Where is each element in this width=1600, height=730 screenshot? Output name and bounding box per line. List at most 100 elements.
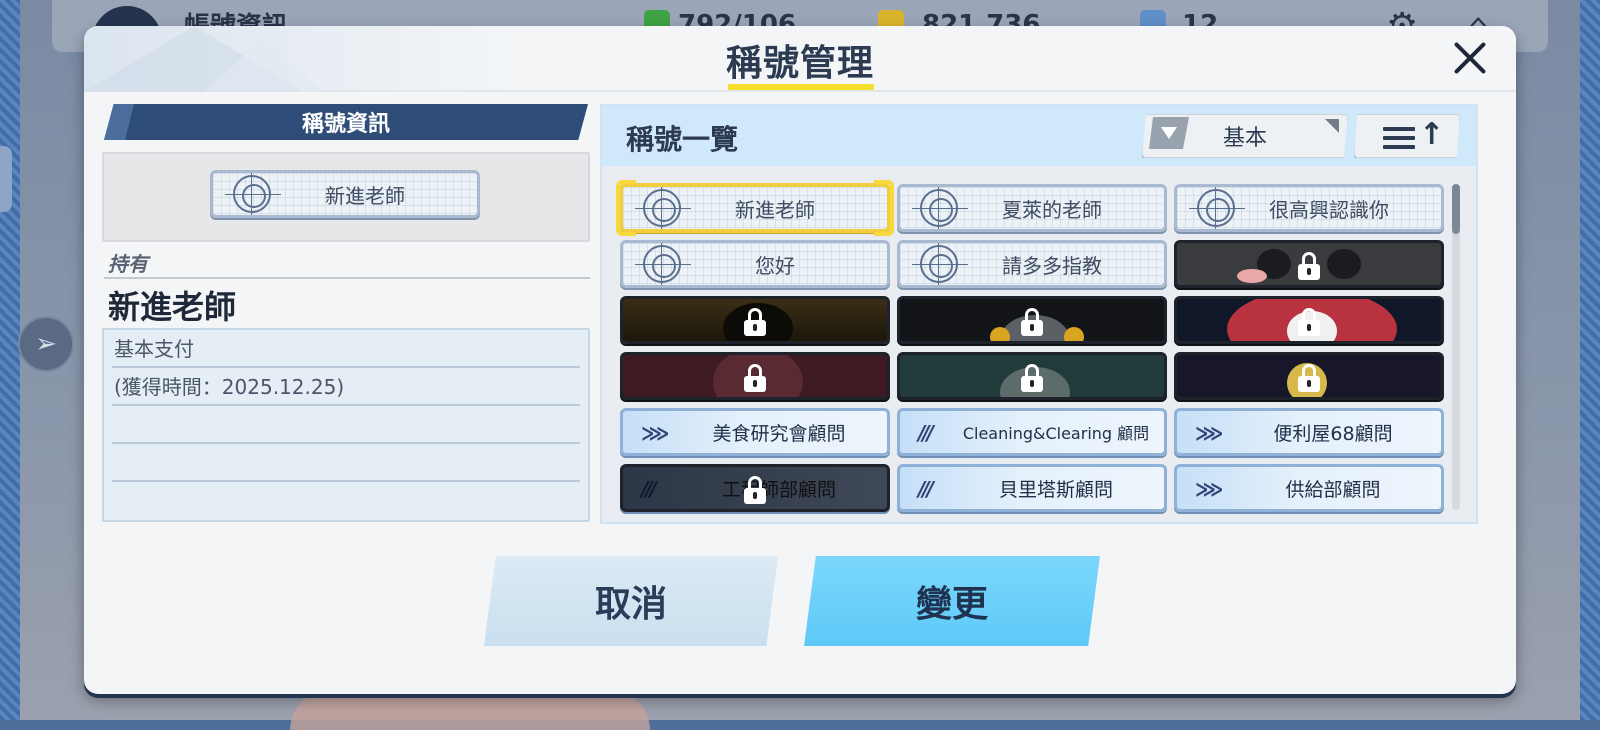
title-cell[interactable]: 夏萊的老師 — [897, 184, 1167, 232]
filter-icon — [1149, 117, 1189, 149]
title-list-panel: 稱號一覽 基本 ↑ 新進老師 夏萊的老師 很高興認識你 您好 請多多指教 ⋙ 美食研究會顧問… — [600, 104, 1478, 524]
close-icon[interactable] — [1450, 38, 1490, 78]
reticle-icon — [912, 189, 968, 227]
title-cell[interactable] — [620, 352, 890, 400]
locked-title-chip[interactable] — [1174, 240, 1444, 288]
title-info-banner: 稱號資訊 — [104, 104, 588, 140]
school-title-chip[interactable]: ///工程師部顧問 — [620, 464, 890, 512]
lock-body — [1021, 320, 1043, 336]
title-chip[interactable]: 新進老師 — [620, 184, 890, 232]
lock-icon — [1021, 364, 1043, 392]
selected-corner — [616, 180, 636, 236]
millennium-logo-icon: /// — [918, 421, 934, 445]
gehenna-logo-icon: ⋙ — [641, 421, 669, 445]
title-cell[interactable]: ///Cleaning&Clearing 顧問 — [897, 408, 1167, 456]
current-title-name: 新進老師 — [108, 288, 237, 326]
left-side-tab[interactable] — [0, 146, 12, 212]
title-label: 夏萊的老師 — [1002, 197, 1102, 222]
title-chip[interactable]: 很高興認識你 — [1174, 184, 1444, 232]
decor-shape — [1327, 249, 1361, 279]
lock-icon — [744, 476, 766, 504]
title-cell[interactable]: 很高興認識你 — [1174, 184, 1444, 232]
lock-body — [744, 320, 766, 336]
reticle-icon — [635, 189, 691, 227]
title-cell[interactable]: ⋙ 美食研究會顧問 — [620, 408, 890, 456]
title-label: 新進老師 — [735, 197, 815, 222]
reticle-icon — [635, 245, 691, 283]
filter-button[interactable]: 基本 — [1142, 114, 1348, 158]
owned-label: 持有 — [108, 252, 148, 276]
locked-title-chip[interactable] — [620, 296, 890, 344]
send-icon[interactable]: ➢ — [18, 316, 74, 372]
millennium-logo-icon: /// — [918, 477, 934, 501]
divider — [104, 277, 590, 279]
locked-title-chip[interactable] — [620, 352, 890, 400]
title-cell[interactable] — [897, 352, 1167, 400]
lock-body — [1298, 264, 1320, 280]
scrollbar-thumb[interactable] — [1452, 184, 1460, 234]
decor-shape — [990, 327, 1010, 341]
sort-ascending-icon: ↑ — [1419, 117, 1445, 152]
title-cell[interactable]: /// 貝里塔斯顧問 — [897, 464, 1167, 512]
school-title-chip[interactable]: ⋙ 美食研究會顧問 — [620, 408, 890, 456]
lock-body — [1298, 376, 1320, 392]
lock-icon — [1298, 252, 1320, 280]
background-character — [290, 690, 650, 730]
school-title-chip[interactable]: ⋙ 供給部顧問 — [1174, 464, 1444, 512]
info-row: (獲得時間：2025.12.25) — [112, 368, 580, 406]
sort-button[interactable]: ↑ — [1354, 114, 1460, 158]
title-chip[interactable]: 夏萊的老師 — [897, 184, 1167, 232]
school-title-chip[interactable]: ///Cleaning&Clearing 顧問 — [897, 408, 1167, 456]
title-cell[interactable]: 請多多指教 — [897, 240, 1167, 288]
reticle-line — [1215, 187, 1216, 229]
title-chip[interactable]: 請多多指教 — [897, 240, 1167, 288]
title-info-banner-label: 稱號資訊 — [301, 112, 390, 137]
decor-shape — [1237, 269, 1267, 283]
locked-title-chip[interactable] — [1174, 296, 1444, 344]
title-cell[interactable]: ///工程師部顧問 — [620, 464, 890, 512]
lock-body — [744, 376, 766, 392]
title-cell[interactable]: ⋙ 便利屋68顧問 — [1174, 408, 1444, 456]
title-management-dialog: 稱號管理 稱號資訊 新進老師 持有 新進老師 基本支付 (獲得時間：2025.1… — [84, 26, 1516, 694]
title-label: 很高興認識你 — [1269, 197, 1389, 222]
lock-icon — [1298, 364, 1320, 392]
dialog-title: 稱號管理 — [725, 43, 874, 84]
lock-icon — [1021, 308, 1043, 336]
locked-title-chip[interactable] — [1174, 352, 1444, 400]
scrollbar[interactable] — [1452, 184, 1460, 510]
lock-body — [744, 488, 766, 504]
title-cell[interactable] — [1174, 240, 1444, 288]
title-label: 便利屋68顧問 — [1273, 422, 1393, 445]
cancel-button[interactable]: 取消 — [484, 556, 778, 646]
dropdown-corner-icon — [1325, 119, 1339, 133]
school-title-chip[interactable]: /// 貝里塔斯顧問 — [897, 464, 1167, 512]
selected-corner — [874, 180, 894, 236]
locked-title-chip[interactable] — [897, 352, 1167, 400]
school-title-chip[interactable]: ⋙ 便利屋68顧問 — [1174, 408, 1444, 456]
info-row — [112, 406, 580, 444]
title-cell[interactable] — [1174, 352, 1444, 400]
lock-body — [1021, 376, 1043, 392]
title-label: 您好 — [755, 253, 795, 278]
title-cell[interactable]: 您好 — [620, 240, 890, 288]
title-grid: 新進老師 夏萊的老師 很高興認識你您好 請多多指教 ⋙ 美食研究會顧問 ///Cleanin… — [612, 176, 1466, 516]
title-label: 美食研究會顧問 — [712, 422, 846, 445]
gehenna-logo-icon: ⋙ — [1195, 421, 1223, 445]
millennium-logo-icon: /// — [641, 477, 657, 501]
title-cell[interactable] — [620, 296, 890, 344]
title-chip[interactable]: 您好 — [620, 240, 890, 288]
title-cell[interactable]: ⋙ 供給部顧問 — [1174, 464, 1444, 512]
reticle-icon — [225, 175, 281, 213]
title-cell[interactable] — [897, 296, 1167, 344]
title-cell[interactable]: 新進老師 — [616, 180, 894, 236]
change-button[interactable]: 變更 — [804, 556, 1100, 646]
title-cell[interactable] — [1174, 296, 1444, 344]
gehenna-logo-icon: ⋙ — [1195, 477, 1223, 501]
reticle-line — [251, 173, 252, 215]
lock-icon — [744, 364, 766, 392]
lock-icon — [744, 308, 766, 336]
locked-title-chip[interactable] — [897, 296, 1167, 344]
decor-shape — [1064, 327, 1084, 341]
sort-lines-icon — [1383, 127, 1415, 149]
reticle-line — [938, 187, 939, 229]
